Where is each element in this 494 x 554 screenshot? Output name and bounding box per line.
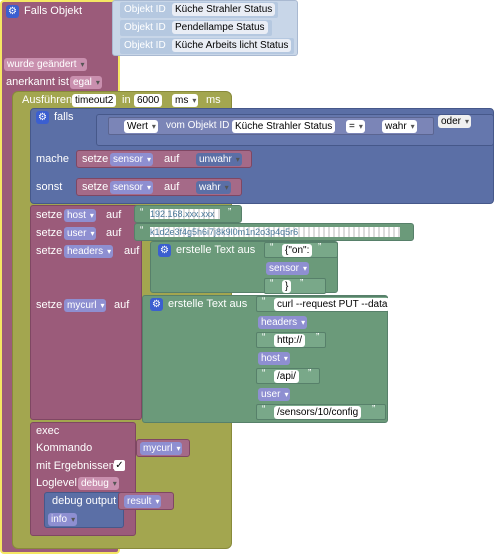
join-item-value[interactable]: curl --request PUT --data [274, 298, 391, 311]
if-label: falls [54, 111, 74, 123]
join-item-var[interactable]: user [258, 388, 291, 401]
timeout-unit-label: ms [206, 94, 221, 106]
host-var-dropdown[interactable]: host [64, 209, 96, 222]
quote-open: “ [262, 332, 266, 343]
auf-label: auf [164, 181, 180, 193]
changed-dropdown[interactable]: wurde geändert [4, 58, 87, 71]
join-item-var[interactable]: sensor [266, 262, 310, 275]
kommando-label: Kommando [36, 442, 93, 454]
quote-open: “ [270, 242, 274, 253]
object-row-2[interactable]: Objekt ID Pendellampe Status [120, 20, 272, 36]
mycurl-var-dropdown[interactable]: mycurl [64, 299, 107, 312]
object-value[interactable]: Küche Arbeits licht Status [172, 39, 292, 52]
object-row-3[interactable]: Objekt ID Küche Arbeits licht Status [120, 38, 294, 54]
timeout-label: Ausführen [22, 94, 73, 106]
gear-icon[interactable]: ⚙ [158, 244, 171, 257]
operator-dropdown[interactable]: = [346, 120, 365, 133]
quote-close: ” [316, 332, 320, 343]
trigger-label: Falls Objekt [24, 5, 83, 17]
join-label: erstelle Text aus [176, 244, 256, 256]
set-label: setze [36, 227, 63, 239]
set-label: setze [36, 245, 63, 257]
set-label: setze [82, 153, 109, 165]
ergebnis-label: mit Ergebnissen [36, 460, 115, 472]
loglevel-label: Loglevel [36, 477, 77, 489]
host-value[interactable]: 192.168.xxx.xxx [150, 209, 220, 219]
variable-dropdown[interactable]: sensor [110, 153, 154, 166]
user-var-dropdown[interactable]: user [64, 227, 97, 240]
join-item-value[interactable]: } [282, 280, 292, 293]
join-item-var[interactable]: headers [258, 316, 308, 329]
acknowledged-dropdown[interactable]: egal [70, 76, 102, 89]
object-row-1[interactable]: Objekt ID Küche Strahler Status [120, 2, 278, 18]
quote-close: ” [318, 242, 322, 253]
quote-open: “ [270, 278, 274, 289]
quote-close: ” [392, 296, 396, 307]
quote-close: ” [228, 207, 232, 218]
object-value[interactable]: Küche Strahler Status [172, 3, 276, 16]
condition-value-dropdown[interactable]: wahr [382, 120, 417, 133]
join-item-var[interactable]: host [258, 352, 290, 365]
quote-close: ” [308, 368, 312, 379]
ergebnis-checkbox[interactable]: ✓ [114, 460, 125, 471]
debug-level-dropdown[interactable]: info [48, 513, 78, 526]
loglevel-dropdown[interactable]: debug [78, 477, 119, 490]
timeout-value[interactable]: 6000 [134, 94, 163, 107]
debug-label: debug output [52, 495, 117, 507]
quote-open: “ [262, 404, 266, 415]
gear-icon[interactable]: ⚙ [36, 111, 49, 124]
mache-label: mache [36, 153, 70, 165]
acknowledged-label: anerkannt ist [6, 76, 69, 88]
headers-var-dropdown[interactable]: headers [64, 245, 114, 258]
join-label: erstelle Text aus [168, 298, 248, 310]
vom-label: vom Objekt ID [166, 120, 230, 131]
quote-open: “ [140, 207, 144, 218]
gear-icon[interactable]: ⚙ [150, 298, 163, 311]
oder-dropdown[interactable]: oder [438, 115, 472, 128]
auf-label: auf [106, 227, 122, 239]
debug-var-dropdown[interactable]: result [124, 495, 162, 508]
auf-label: auf [114, 299, 130, 311]
condition-object[interactable]: Küche Strahler Status [232, 120, 336, 133]
object-value[interactable]: Pendellampe Status [172, 21, 268, 34]
sonst-label: sonst [36, 181, 63, 193]
join-item-value[interactable]: /api/ [274, 370, 299, 383]
set-label: setze [82, 181, 109, 193]
timeout-name[interactable]: timeout2 [72, 94, 117, 107]
quote-open: “ [140, 225, 144, 236]
bool-value-dropdown[interactable]: wahr [196, 181, 231, 194]
join-item-value[interactable]: {"on": [282, 244, 313, 257]
user-value[interactable]: k1d2e3f4g5h6i7j8k9l0m1n2o3p4q5r6 [150, 227, 400, 237]
exec-label: exec [36, 425, 60, 437]
kommando-var-dropdown[interactable]: mycurl [140, 442, 183, 455]
quote-close: ” [300, 278, 304, 289]
set-label: setze [36, 209, 63, 221]
timeout-unit-dropdown[interactable]: ms [172, 94, 199, 107]
gear-icon[interactable]: ⚙ [6, 5, 19, 18]
object-prefix: Objekt ID [124, 40, 166, 51]
quote-open: “ [262, 368, 266, 379]
timeout-in-label: in [122, 94, 131, 106]
quote-open: “ [262, 296, 266, 307]
blockly-workspace[interactable]: ⚙ Falls Objekt Objekt ID Küche Strahler … [0, 0, 494, 554]
set-label: setze [36, 299, 63, 311]
object-prefix: Objekt ID [124, 22, 166, 33]
bool-value-dropdown[interactable]: unwahr [196, 153, 242, 166]
quote-close: ” [372, 404, 376, 415]
join-item-value[interactable]: /sensors/10/config [274, 406, 362, 419]
wert-dropdown[interactable]: Wert [124, 120, 158, 133]
auf-label: auf [124, 245, 140, 257]
auf-label: auf [106, 209, 122, 221]
variable-dropdown[interactable]: sensor [110, 181, 154, 194]
join-item-value[interactable]: http:// [274, 334, 306, 347]
object-prefix: Objekt ID [124, 4, 166, 15]
auf-label: auf [164, 153, 180, 165]
